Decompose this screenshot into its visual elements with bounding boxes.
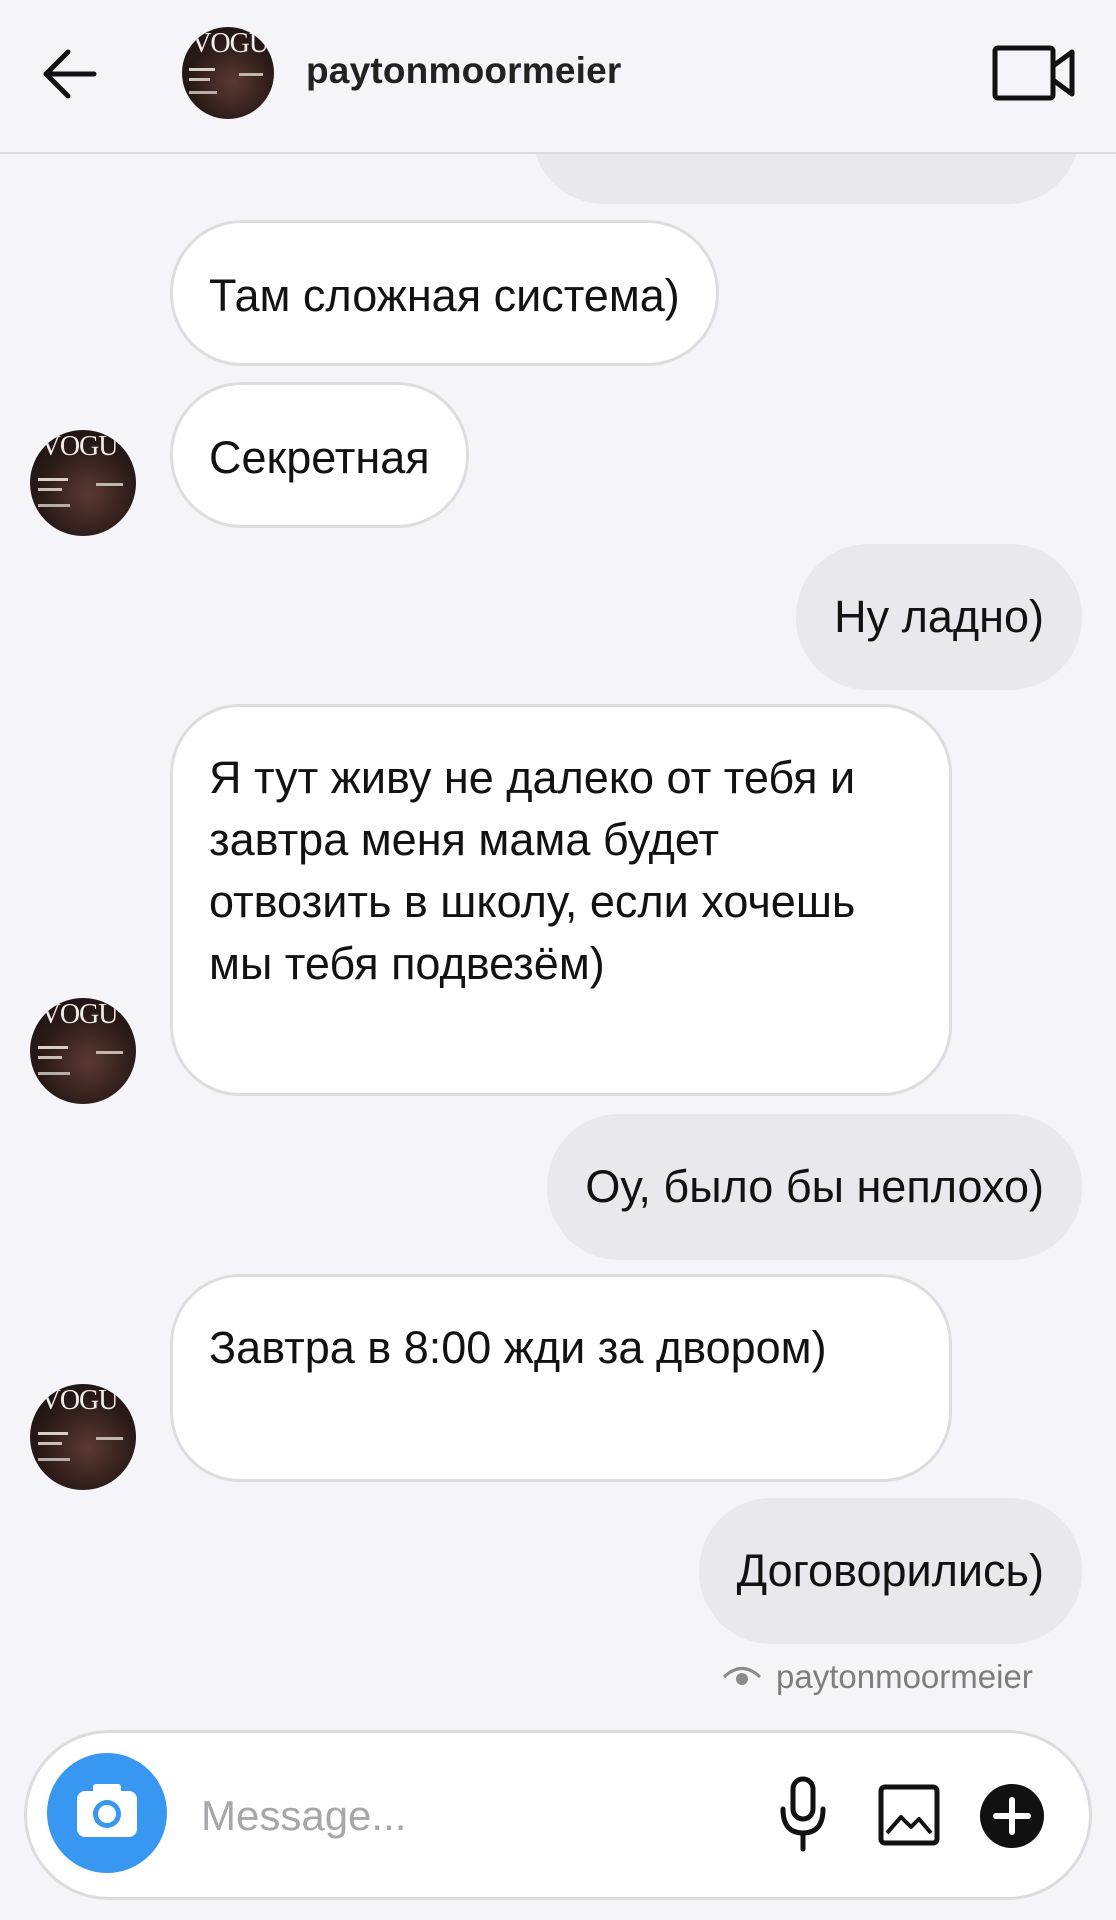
- avatar-magazine-text: VOGUE: [191, 27, 274, 59]
- message-input[interactable]: [199, 1783, 763, 1849]
- header-avatar[interactable]: VOGUE: [182, 27, 274, 119]
- seen-by-username: paytonmoormeier: [776, 1658, 1033, 1695]
- message-bubble-outgoing: Ну ладно): [796, 544, 1082, 690]
- message-text: Секретная: [209, 432, 430, 483]
- image-gallery-icon: [878, 1784, 940, 1846]
- video-camera-icon: [992, 45, 1075, 101]
- microphone-icon: [780, 1776, 826, 1852]
- message-bubble-incoming: Я тут живу не далеко от тебя и завтра ме…: [170, 704, 952, 1096]
- gallery-button[interactable]: [877, 1783, 941, 1847]
- message-composer: [24, 1730, 1092, 1900]
- voice-message-button[interactable]: [777, 1775, 829, 1855]
- message-bubble-outgoing: Договорились): [698, 1498, 1082, 1644]
- chat-header: VOGUE paytonmoormeier: [0, 0, 1116, 154]
- plus-circle-icon: [980, 1784, 1044, 1848]
- camera-icon: [77, 1784, 137, 1837]
- sender-avatar: VOGU: [30, 430, 136, 536]
- camera-button[interactable]: [47, 1753, 167, 1873]
- eye-icon: [722, 1667, 762, 1685]
- more-options-button[interactable]: [979, 1783, 1045, 1849]
- message-bubble-incoming: Секретная: [170, 382, 469, 528]
- message-text: Договорились): [736, 1545, 1044, 1596]
- message-text: Завтра в 8:00 жди за двором): [209, 1322, 827, 1373]
- message-text: Я тут живу не далеко от тебя и завтра ме…: [209, 752, 856, 989]
- message-bubble-incoming: Там сложная система): [170, 220, 719, 366]
- chat-username[interactable]: paytonmoormeier: [306, 50, 622, 92]
- sender-avatar: VOGU: [30, 998, 136, 1104]
- message-text: Ну ладно): [834, 591, 1044, 642]
- seen-indicator: paytonmoormeier: [722, 1658, 1072, 1698]
- message-bubble-incoming: Завтра в 8:00 жди за двором): [170, 1274, 952, 1482]
- sender-avatar: VOGU: [30, 1384, 136, 1490]
- message-bubble-outgoing: Оу, было бы неплохо): [547, 1114, 1082, 1260]
- message-text: Там сложная система): [209, 270, 680, 321]
- video-call-button[interactable]: [992, 44, 1076, 102]
- arrow-left-icon: [43, 49, 97, 99]
- back-button[interactable]: [38, 46, 102, 102]
- message-text: Оу, было бы неплохо): [585, 1161, 1044, 1212]
